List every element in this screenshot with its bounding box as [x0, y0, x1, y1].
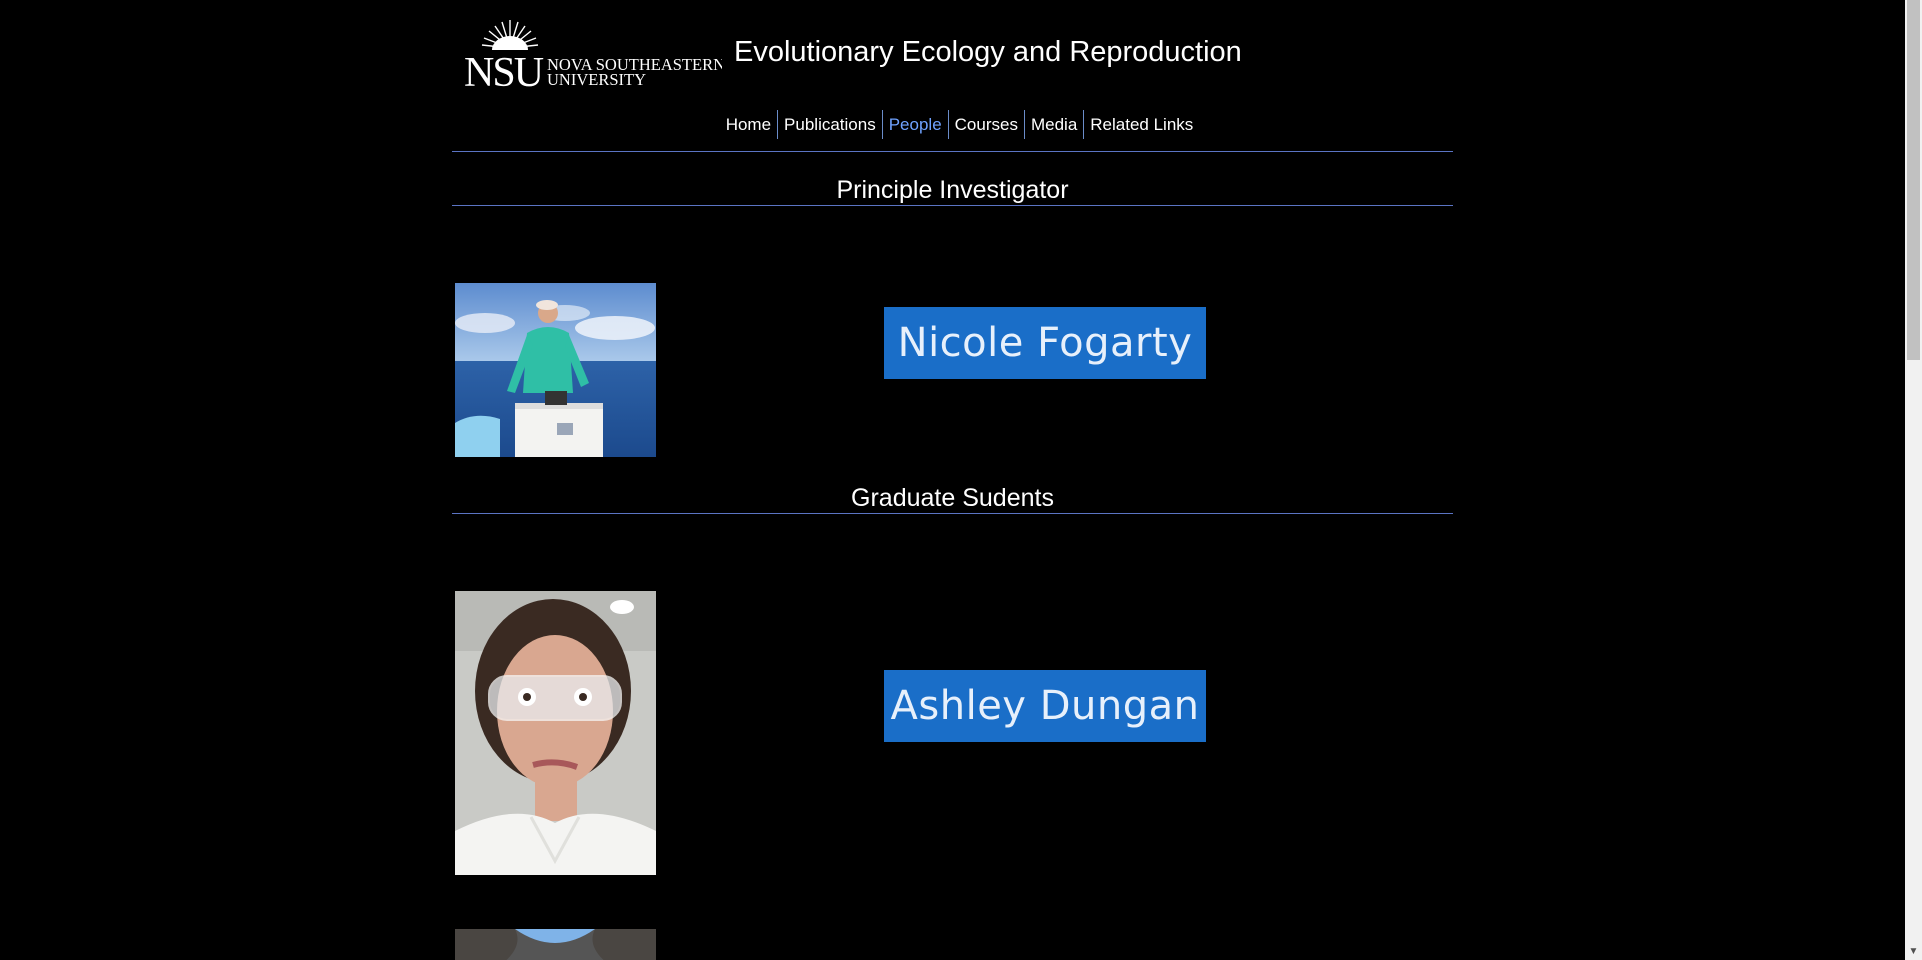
nav-related-links[interactable]: Related Links — [1084, 110, 1199, 139]
scroll-down-arrow-icon[interactable]: ▼ — [1905, 943, 1922, 960]
vertical-scrollbar[interactable]: ▼ — [1905, 0, 1922, 960]
site-title: Evolutionary Ecology and Reproduction — [734, 36, 1242, 68]
content-area: NSU NOVA SOUTHEASTERN UNIVERSITY Evoluti… — [452, 0, 1453, 960]
grad1-photo — [455, 591, 656, 875]
svg-text:UNIVERSITY: UNIVERSITY — [547, 70, 646, 89]
pi-section-heading: Principle Investigator — [836, 176, 1069, 204]
grad2-photo — [455, 929, 656, 960]
nav-publications[interactable]: Publications — [778, 110, 883, 139]
nav-media[interactable]: Media — [1025, 110, 1085, 139]
page: NSU NOVA SOUTHEASTERN UNIVERSITY Evoluti… — [0, 0, 1922, 960]
pi-name-button[interactable]: Nicole Fogarty — [884, 307, 1206, 379]
pi-heading-divider — [452, 205, 1453, 206]
pi-photo — [455, 283, 656, 457]
grad-heading-divider — [452, 513, 1453, 514]
grad1-name-button[interactable]: Ashley Dungan — [884, 670, 1206, 742]
scrollbar-thumb[interactable] — [1907, 0, 1920, 360]
nav-courses[interactable]: Courses — [949, 110, 1025, 139]
nsu-logo[interactable]: NSU NOVA SOUTHEASTERN UNIVERSITY — [462, 18, 722, 90]
main-nav: Home Publications People Courses Media R… — [452, 110, 1453, 139]
nav-divider — [452, 151, 1453, 152]
site-header: NSU NOVA SOUTHEASTERN UNIVERSITY Evoluti… — [452, 0, 1453, 105]
nav-people[interactable]: People — [883, 110, 949, 139]
grad-section-heading: Graduate Sudents — [851, 484, 1054, 512]
svg-text:NSU: NSU — [464, 50, 544, 90]
nav-home[interactable]: Home — [720, 110, 779, 139]
